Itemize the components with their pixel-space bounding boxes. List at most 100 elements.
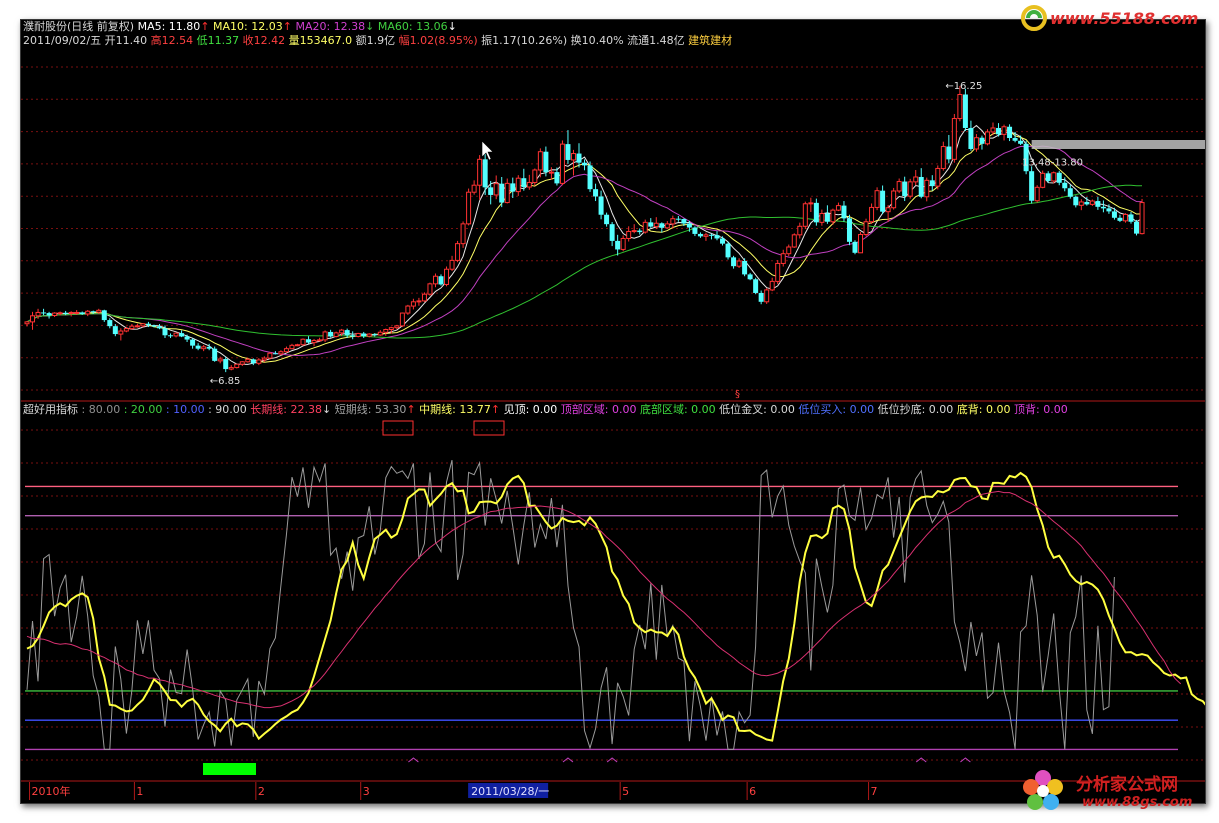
chart-window[interactable]: ←16.25 ←6.85 13.48-13.80 § 濮耐股份(日线 前复权) MA5… [20,19,1206,804]
indicator-header-line-item: 底背: 0.00 [953,402,1010,416]
candle [880,185,886,215]
candle-body [278,351,284,355]
candle [1117,214,1123,223]
candle-body [68,311,74,314]
candle-body [582,162,588,166]
candle-body [455,243,461,261]
quote-line-item: 量153467.0 [285,34,352,47]
candle [637,228,643,235]
candle-body [499,183,505,203]
candle-body [350,335,356,337]
candle-body [416,300,422,303]
candle [1095,196,1101,210]
candle-body [383,329,389,333]
candle-body [841,205,847,219]
quote-line-item: 流通1.48亿 [624,33,685,47]
stock-title-line-item: ↑ [283,20,292,33]
candle [1001,124,1007,141]
candle [250,358,256,366]
candle-body [697,233,703,237]
candlesticks [24,85,1145,373]
chart-canvas[interactable]: ←16.25 ←6.85 13.48-13.80 § 濮耐股份(日线 前复权) MA5… [21,20,1205,803]
candle [664,221,670,229]
candle-body [460,223,466,245]
candle [432,273,438,288]
flower-logo-icon [1023,770,1063,810]
candle-body [482,159,488,188]
candle-body [46,313,52,316]
candle [620,235,626,252]
stock-title-line: 濮耐股份(日线 前复权) MA5: 11.80↑ MA10: 12.03↑ MA… [23,20,457,33]
candle [935,165,941,190]
candle [731,255,737,269]
candle-body [935,167,941,187]
candle [819,209,825,226]
candle [41,308,47,316]
candle-body [891,190,897,209]
candle-body [134,325,140,328]
candle-body [708,234,714,236]
candle-body [1007,126,1013,139]
candle-body [703,234,709,237]
candle-body [394,325,400,329]
candle-body [57,312,63,315]
candle-body [201,346,207,350]
candle-body [421,293,427,302]
candle-body [311,339,317,344]
candle [212,346,218,362]
candle-body [996,127,1002,135]
quote-line-item: 低11.37 [193,34,239,47]
candle-body [725,243,731,258]
candle [234,363,240,369]
candle [168,333,174,339]
candle-body [924,179,930,198]
candle [190,338,196,349]
candle-body [681,218,687,224]
candle-body [156,326,162,329]
candle-body [140,323,146,327]
candle-body [907,181,913,197]
quote-line-item: 高12.54 [147,33,193,47]
axis-label: 2010年 [32,784,71,798]
candle [913,169,919,186]
candle-body [626,230,632,239]
candle-body [902,181,908,197]
candle [973,134,979,152]
candle [891,187,897,210]
candle-body [1067,188,1073,197]
indicator-header-line-item: ↑ [491,403,500,416]
stock-title-line-item: ↑ [200,20,209,33]
candle-body [79,312,85,314]
candle [300,338,306,346]
indicator-header-line-item: 顶背: 0.00 [1011,402,1068,416]
indicator-header-line-item: 低位金叉: 0.00 [716,402,795,416]
candle [173,332,179,338]
candle-body [168,335,174,337]
candle [306,336,312,344]
candle-body [990,127,996,133]
candle-body [405,305,411,314]
candle-body [52,312,58,317]
candle-body [333,332,339,338]
candle-body [548,171,554,174]
candle [869,203,875,224]
candle-body [880,190,886,212]
candle-body [1012,138,1018,141]
candle-body [526,181,532,188]
candle [609,222,615,247]
candle-body [372,334,378,336]
candle [438,274,444,286]
candle-body [968,127,974,149]
candle-body [786,246,792,255]
indicator-line [26,459,1115,750]
candle-body [813,202,819,223]
candle [924,177,930,202]
candle-body [444,268,450,285]
indicator-line [26,490,1182,709]
candle-body [824,213,830,222]
candle-body [852,241,858,253]
price-annotation: ←6.85 [210,376,241,387]
candle-body [118,330,124,335]
quote-line: 2011/09/02/五 开11.40 高12.54 低11.37 收12.42… [23,33,732,47]
candle [471,180,477,195]
